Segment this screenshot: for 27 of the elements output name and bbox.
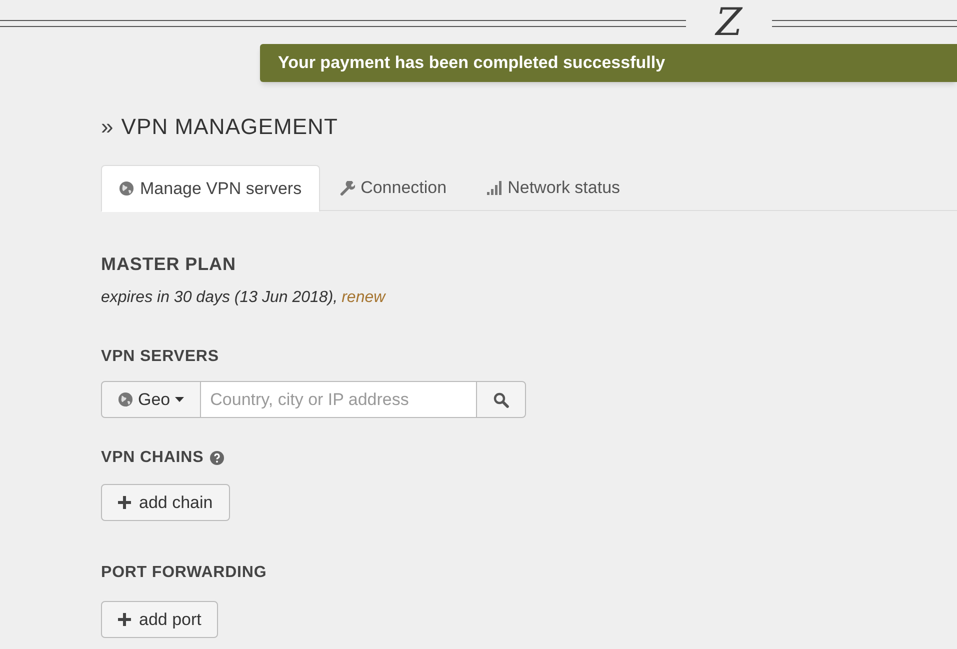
signal-bars-icon [486,181,502,195]
wrench-icon [340,180,355,196]
expiry-text: expires in 30 days (13 Jun 2018), [101,288,338,308]
plus-icon [118,613,131,626]
tab[interactable]: Network status [466,165,640,211]
renew-link[interactable]: renew [342,286,386,310]
search-field[interactable]: Country, city or IP address [201,381,476,418]
add-port-button[interactable]: add port [101,601,218,638]
geo-dropdown[interactable]: Geo [101,381,202,418]
caret-icon [175,397,184,402]
section-title: VPN SERVERS [101,347,220,367]
logo: Z [714,3,744,41]
section-title: PORT FORWARDING [101,563,268,583]
page-title: VPN MANAGEMENT [121,113,338,141]
search-button[interactable] [476,381,526,418]
globe-icon [119,181,134,196]
plus-icon [118,496,131,509]
add-chain-button[interactable]: add chain [101,484,230,521]
globe-icon [118,392,133,407]
notification-banner: Your payment has been completed successfully [260,44,957,82]
help-icon[interactable] [210,451,224,465]
chevron-mark: » [101,113,114,141]
section-title: MASTER PLAN [101,253,237,276]
tab[interactable]: Manage VPN servers [101,165,320,212]
section-title: VPN CHAINS [101,448,204,468]
tab[interactable]: Connection [320,165,467,211]
search-icon [493,392,509,408]
